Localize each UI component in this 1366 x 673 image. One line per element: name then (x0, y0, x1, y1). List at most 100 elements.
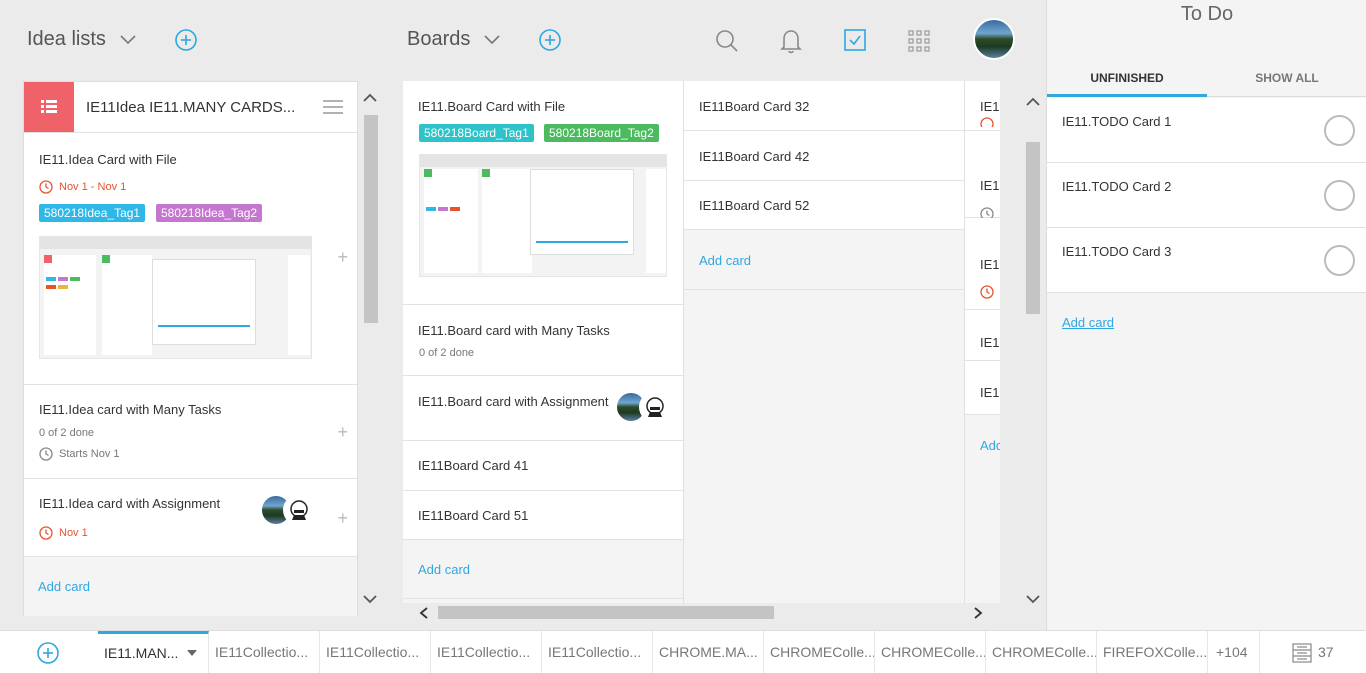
scroll-left-icon[interactable] (419, 607, 429, 619)
collection-count: 37 (1318, 644, 1334, 660)
add-idea-list-icon[interactable] (175, 29, 197, 51)
todo-item[interactable]: IE11.TODO Card 1 (1047, 98, 1366, 163)
bottom-tab[interactable]: IE11Collectio... (431, 631, 542, 673)
bottom-tab[interactable]: FIREFOXColle... (1097, 631, 1208, 673)
todo-item-label: IE11.TODO Card 3 (1062, 244, 1172, 259)
todo-checkbox[interactable] (1324, 245, 1355, 276)
scroll-right-icon[interactable] (973, 607, 983, 619)
board-column: IE11Board Card 32 IE11Board Card 42 IE11… (684, 81, 965, 603)
bottom-tab[interactable]: IE11Collectio... (209, 631, 320, 673)
scroll-up-icon[interactable] (1026, 97, 1040, 107)
card-title: IE11Board Card 42 (699, 149, 810, 164)
add-card-link[interactable]: Add card (699, 253, 751, 268)
idea-card[interactable]: IE11.Idea card with Assignment Nov 1 + (24, 479, 357, 557)
tab-unfinished[interactable]: UNFINISHED (1047, 71, 1207, 85)
todo-title: To Do (1180, 3, 1234, 25)
card-title: IE11.Board Card with File (418, 99, 566, 114)
idea-card[interactable]: IE11.Idea Card with File Nov 1 - Nov 1 5… (24, 132, 357, 385)
board-card[interactable]: IE11Board Card 42 (684, 131, 964, 181)
scroll-up-icon[interactable] (363, 93, 377, 103)
board-card[interactable]: IE11Board Card 51 (403, 491, 683, 540)
list-icon (24, 82, 74, 132)
board-column: IE11.Board Card with File 580218Board_Ta… (403, 81, 684, 603)
tag: 580218Board_Tag1 (419, 124, 534, 142)
board-card[interactable]: IE11.Board card with Assignment (403, 376, 683, 441)
todo-item[interactable]: IE11.TODO Card 3 (1047, 228, 1366, 293)
bell-icon[interactable] (780, 28, 802, 54)
todo-item-label: IE11.TODO Card 1 (1062, 114, 1172, 129)
clock-icon (39, 526, 53, 540)
add-card-area: Add card (403, 540, 683, 599)
board-card[interactable]: IE1 (965, 81, 1000, 131)
scroll-down-icon[interactable] (363, 594, 377, 604)
add-board-icon[interactable] (539, 29, 561, 51)
horizontal-scrollbar[interactable] (403, 603, 1000, 620)
card-title: IE11Board Card 51 (418, 508, 529, 523)
todo-checkbox[interactable] (1324, 115, 1355, 146)
board-card[interactable]: IE11Board Card 32 (684, 81, 964, 131)
bottom-tab[interactable]: CHROMEColle... (764, 631, 875, 673)
tab-show-all[interactable]: SHOW ALL (1207, 71, 1366, 85)
bottom-tab-bar: IE11.MAN... IE11Collectio... IE11Collect… (0, 630, 1366, 673)
boards-title[interactable]: Boards (407, 28, 470, 51)
add-to-card-icon[interactable]: + (337, 423, 348, 441)
card-title: IE11.Idea card with Assignment (39, 496, 221, 511)
add-to-card-icon[interactable]: + (337, 509, 348, 527)
attachment-thumbnail[interactable] (419, 154, 667, 277)
todo-item[interactable]: IE11.TODO Card 2 (1047, 163, 1366, 228)
card-title: IE11.Idea card with Many Tasks (39, 402, 222, 417)
add-card-link[interactable]: Add card (38, 579, 90, 594)
card-date: Nov 1 (59, 527, 88, 539)
search-icon[interactable] (715, 29, 739, 53)
card-title: IE11.Board card with Assignment (418, 394, 609, 409)
bottom-tab[interactable]: CHROMEColle... (875, 631, 986, 673)
apps-grid-icon[interactable] (908, 30, 930, 52)
card-title: IE11.Board card with Many Tasks (418, 323, 610, 338)
board-area: IE11.Board Card with File 580218Board_Ta… (403, 81, 1000, 603)
board-card[interactable]: IE1 (965, 131, 1000, 221)
todo-add-card-link[interactable]: Add card (1062, 315, 1114, 330)
todo-checkbox[interactable] (1324, 180, 1355, 211)
board-card[interactable]: IE11Board Card 41 (403, 441, 683, 491)
card-title: IE1 (980, 99, 1000, 114)
board-card[interactable]: IE11.Board card with Many Tasks 0 of 2 d… (403, 305, 683, 376)
boards-chevron-down-icon[interactable] (484, 35, 500, 45)
bottom-tab[interactable]: CHROMEColle... (986, 631, 1097, 673)
bottom-tab[interactable]: CHROME.MA... (653, 631, 764, 673)
assignee-avatar[interactable] (639, 392, 669, 422)
card-title: IE11.Idea Card with File (39, 152, 177, 167)
card-title: IE11Board Card 52 (699, 198, 810, 213)
add-tab-icon[interactable] (37, 642, 59, 664)
board-card[interactable]: IE1 (965, 361, 1000, 415)
idea-list-title[interactable]: IE11Idea IE11.MANY CARDS... (86, 99, 316, 116)
todo-panel: To Do UNFINISHED SHOW ALL IE11.TODO Card… (1046, 0, 1366, 630)
board-card[interactable]: IE11Board Card 52 (684, 181, 964, 230)
bottom-tab[interactable]: IE11Collectio... (542, 631, 653, 673)
more-tabs-button[interactable]: +104 (1208, 631, 1260, 673)
add-card-link[interactable]: Add card (418, 562, 470, 577)
add-card-area: Add card (24, 557, 357, 616)
board-card[interactable]: IE1 (965, 218, 1000, 310)
board-card[interactable]: IE11.Board Card with File 580218Board_Ta… (403, 81, 683, 305)
idea-card[interactable]: IE11.Idea card with Many Tasks 0 of 2 do… (24, 385, 357, 479)
menu-icon[interactable] (323, 99, 343, 115)
scrollbar-thumb[interactable] (438, 606, 774, 619)
scrollbar-thumb[interactable] (364, 115, 378, 323)
add-to-card-icon[interactable]: + (337, 248, 348, 266)
board-card[interactable]: IE1 (965, 310, 1000, 361)
idea-lists-title[interactable]: Idea lists (27, 28, 106, 51)
scroll-down-icon[interactable] (1026, 594, 1040, 604)
attachment-thumbnail[interactable] (39, 236, 312, 359)
clock-icon (980, 285, 994, 299)
collection-list-icon[interactable] (1292, 643, 1312, 663)
scrollbar-thumb[interactable] (1026, 142, 1040, 314)
add-card-link[interactable]: Add (980, 438, 1000, 453)
tab-dropdown-icon[interactable] (187, 650, 197, 656)
todo-checkbox-icon[interactable] (844, 29, 866, 51)
user-avatar[interactable] (973, 18, 1015, 60)
assignee-avatar[interactable] (283, 495, 313, 525)
idea-lists-chevron-down-icon[interactable] (120, 35, 136, 45)
card-title: IE1 (980, 335, 1000, 350)
bottom-tab[interactable]: IE11Collectio... (320, 631, 431, 673)
active-tab-indicator (1047, 94, 1207, 97)
